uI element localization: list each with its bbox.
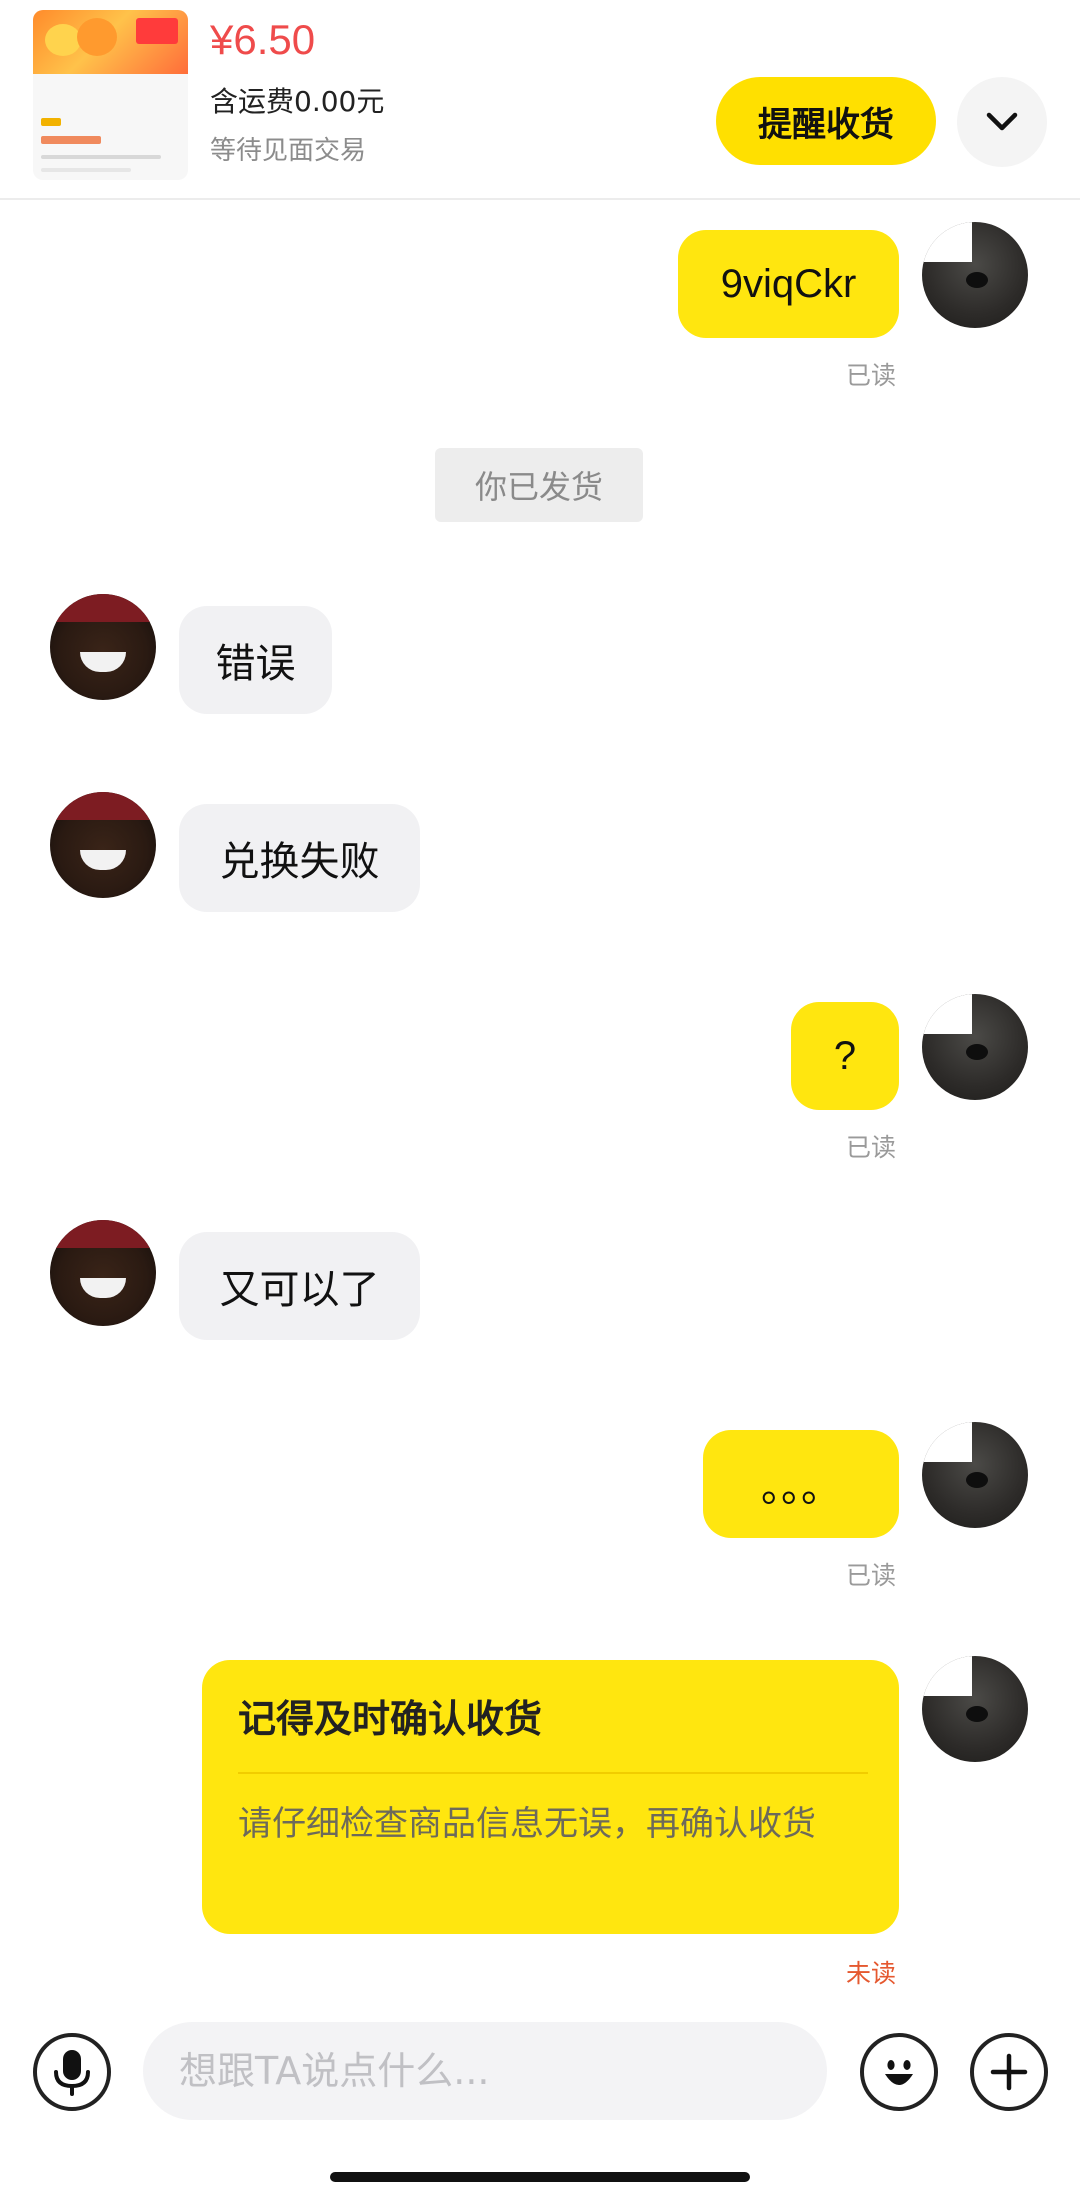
message-bubble-out[interactable]: 9viqCkr [678,230,899,338]
composer-bar [0,2000,1080,2200]
thumbnail-fruit [45,24,81,56]
contact-avatar[interactable] [50,792,156,898]
read-receipt: 已读 [846,1561,897,1590]
plus-icon [990,2053,1028,2091]
thumbnail-text [41,168,131,172]
thumbnail-tag [136,18,178,44]
emoji-icon [885,2060,913,2085]
my-avatar[interactable] [922,1422,1028,1528]
reminder-card[interactable]: 记得及时确认收货 请仔细检查商品信息无误，再确认收货 [202,1660,899,1934]
message-bubble-out[interactable]: 。。。 [703,1430,899,1538]
reminder-card-title: 记得及时确认收货 [238,1697,543,1741]
product-thumbnail[interactable] [33,10,188,180]
order-price: ¥6.50 [210,16,316,63]
message-bubble-in[interactable]: 兑换失败 [179,804,420,912]
order-status: 等待见面交易 [210,136,367,166]
message-bubble-in[interactable]: 错误 [179,606,332,714]
my-avatar[interactable] [922,222,1028,328]
my-avatar[interactable] [922,994,1028,1100]
message-input[interactable] [143,2022,827,2120]
order-header: ¥6.50 含运费0.00元 等待见面交易 提醒收货 [0,0,1080,200]
thumbnail-text [41,155,161,159]
microphone-icon [54,2050,90,2096]
unread-receipt: 未读 [846,1959,897,1988]
my-avatar[interactable] [922,1656,1028,1762]
reminder-card-body: 请仔细检查商品信息无误，再确认收货 [238,1804,816,1844]
emoji-button[interactable] [860,2033,938,2111]
thumbnail-text [41,118,61,126]
system-notice: 你已发货 [435,448,643,522]
voice-input-button[interactable] [33,2033,111,2111]
read-receipt: 已读 [846,1133,897,1162]
more-actions-button[interactable] [970,2033,1048,2111]
shipping-fee: 含运费0.00元 [210,85,385,118]
thumbnail-text [41,136,101,144]
thumbnail-fruit [77,18,117,56]
contact-avatar[interactable] [50,1220,156,1326]
message-bubble-in[interactable]: 又可以了 [179,1232,420,1340]
read-receipt: 已读 [846,361,897,390]
remind-receipt-button[interactable]: 提醒收货 [716,77,936,165]
expand-button[interactable] [957,77,1047,167]
home-indicator[interactable] [330,2172,750,2182]
message-bubble-out[interactable]: ? [791,1002,899,1110]
divider [238,1772,868,1774]
chevron-down-icon [986,112,1018,131]
contact-avatar[interactable] [50,594,156,700]
